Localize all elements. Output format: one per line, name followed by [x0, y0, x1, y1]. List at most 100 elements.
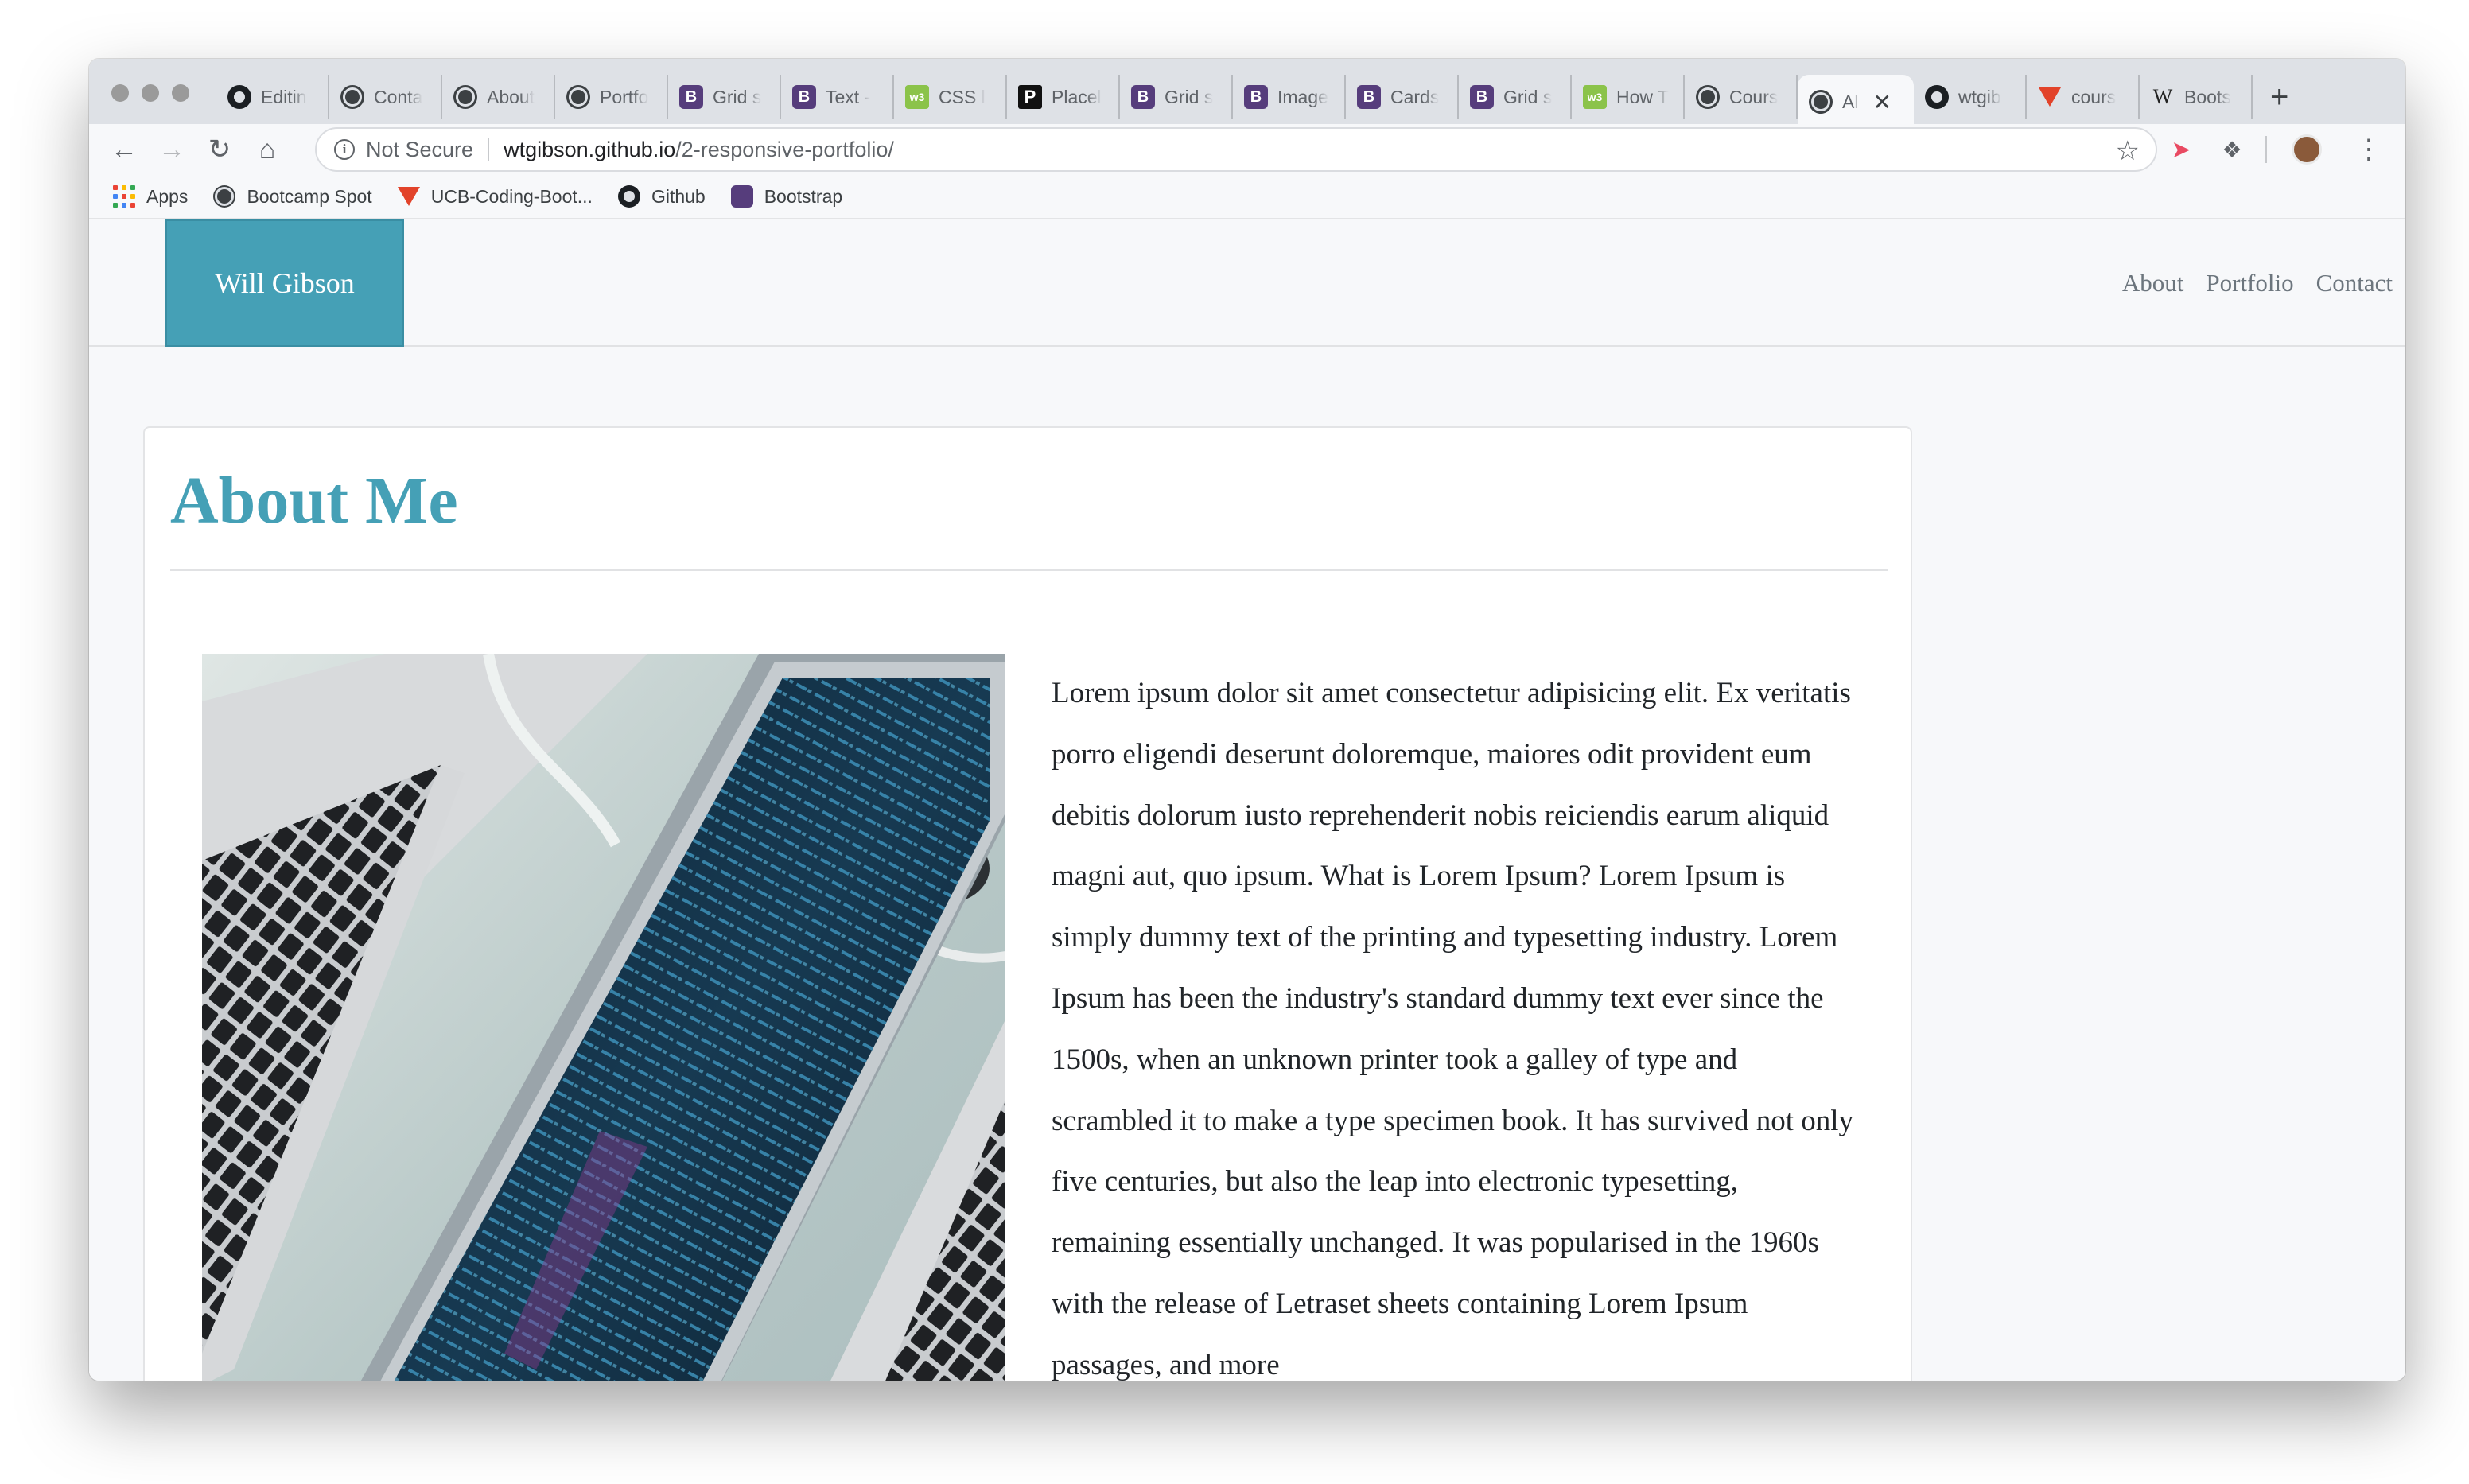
browser-tab[interactable]: B Grid s [1120, 75, 1233, 119]
minimize-window-button[interactable] [142, 84, 159, 102]
gitlab-icon [398, 185, 420, 208]
site-nav-links: About Portfolio Contact [2122, 219, 2393, 347]
browser-tab[interactable]: Portfo [555, 75, 668, 119]
github-icon [617, 185, 640, 208]
bookmark-label: Apps [146, 185, 189, 207]
nav-link-about[interactable]: About [2122, 269, 2184, 297]
bootstrap-icon [730, 185, 753, 208]
browser-tab[interactable]: Conta [329, 75, 442, 119]
bookmark-item[interactable]: Apps [113, 185, 188, 208]
bootstrap-icon: B [1131, 85, 1155, 109]
tab-label: Portfo [600, 86, 649, 107]
tab-label: wtgib [1958, 86, 2001, 107]
url-path: /2-responsive-portfolio/ [675, 137, 894, 161]
bootstrap-icon: B [1244, 85, 1268, 109]
zoom-window-button[interactable] [172, 84, 189, 102]
close-tab-icon[interactable]: ✕ [1872, 89, 1891, 115]
tab-label: Grid s [713, 86, 762, 107]
tab-label: About [487, 86, 535, 107]
about-card: About Me Lorem ipsum dolor sit amet cons… [143, 426, 1912, 1381]
dropbox-extension-icon[interactable]: ❖ [2208, 124, 2256, 175]
browser-window: Editin Conta About Portfo B Grid s B Text - w3 CS… [89, 59, 2405, 1381]
tab-label: Conta [374, 86, 423, 107]
browser-tab[interactable]: B Image [1233, 75, 1346, 119]
browser-tab[interactable]: cours [2027, 75, 2140, 119]
tab-label: Cards [1390, 86, 1440, 107]
bookmark-item[interactable]: Bootcamp Spot [213, 185, 372, 208]
forward-arrow-icon[interactable]: → [148, 126, 196, 173]
tab-label: Text - [826, 86, 871, 107]
bookmark-item[interactable]: Bootstrap [730, 185, 843, 208]
home-icon[interactable]: ⌂ [243, 126, 291, 173]
browser-tab[interactable]: B Text - [781, 75, 894, 119]
browser-tab[interactable]: w3 How T [1572, 75, 1685, 119]
browser-tab[interactable]: wtgib [1914, 75, 2027, 119]
w3schools-icon: w3 [1583, 85, 1607, 109]
browser-tab[interactable]: Cours [1685, 75, 1798, 119]
bookmark-item[interactable]: Github [617, 185, 706, 208]
bookmark-star-icon[interactable]: ☆ [2116, 135, 2140, 167]
laptop-photo [202, 654, 1005, 1381]
bootstrap-icon: B [792, 85, 816, 109]
back-arrow-icon[interactable]: ← [100, 126, 148, 173]
toolbar-divider [2265, 136, 2267, 163]
browser-tab[interactable]: About [442, 75, 555, 119]
tab-strip: Editin Conta About Portfo B Grid s B Text - w3 CS… [89, 59, 2405, 129]
bootstrap-icon: B [679, 85, 703, 109]
browser-tab[interactable]: Editin [216, 75, 329, 119]
info-icon[interactable]: i [334, 139, 355, 160]
new-tab-button[interactable]: + [2270, 81, 2288, 113]
globe-icon [1696, 85, 1720, 109]
tab-label: CSS l [939, 86, 986, 107]
url-host: wtgibson.github.io [504, 137, 676, 161]
bio-paragraph: Lorem ipsum dolor sit amet consectetur a… [1052, 677, 1854, 1381]
globe-icon [213, 185, 236, 208]
github-icon [1925, 85, 1949, 109]
tab-active[interactable]: Al ✕ [1798, 75, 1914, 129]
address-bar[interactable]: i Not Secure wtgibson.github.io/2-respon… [315, 127, 2157, 172]
section-title: About Me [170, 464, 458, 538]
security-status[interactable]: Not Secure [366, 138, 473, 162]
placeholder-icon: P [1018, 85, 1042, 109]
close-window-button[interactable] [111, 84, 129, 102]
nav-link-portfolio[interactable]: Portfolio [2206, 269, 2293, 297]
bookmark-label: Bootcamp Spot [247, 185, 372, 207]
browser-tab[interactable]: B Cards [1346, 75, 1459, 119]
tab-label: Image [1277, 86, 1328, 107]
bookmark-label: Github [651, 185, 706, 207]
tab-label: Grid s [1165, 86, 1214, 107]
w3schools-icon: w3 [905, 85, 929, 109]
globe-icon [566, 85, 590, 109]
nav-link-contact[interactable]: Contact [2316, 269, 2393, 297]
browser-tab[interactable]: w3 CSS l [894, 75, 1007, 119]
browser-menu-icon[interactable]: ⋮ [2345, 124, 2393, 175]
tab-label: Cours [1729, 86, 1779, 107]
tab-label: Placel [1052, 86, 1102, 107]
tab-label: Grid s [1503, 86, 1553, 107]
browser-tab[interactable]: B Grid s [668, 75, 781, 119]
bookmark-label: UCB-Coding-Boot... [430, 185, 593, 207]
tab-label: How T [1616, 86, 1670, 107]
apps-grid-icon [113, 185, 135, 208]
web-page: Will Gibson About Portfolio Contact Abou… [89, 219, 2405, 1381]
address-divider [488, 138, 490, 161]
github-icon [227, 85, 251, 109]
cast-extension-icon[interactable]: ➤ [2157, 124, 2205, 175]
browser-tab[interactable]: B Grid s [1459, 75, 1572, 119]
bookmark-item[interactable]: UCB-Coding-Boot... [398, 185, 593, 208]
wikipedia-icon: W [2152, 85, 2173, 108]
tab-label: Al [1842, 91, 1859, 112]
brand-logo[interactable]: Will Gibson [165, 219, 404, 347]
bootstrap-icon: B [1357, 85, 1381, 109]
reload-icon[interactable]: ↻ [196, 126, 243, 173]
bookmark-label: Bootstrap [764, 185, 843, 207]
profile-avatar[interactable] [2283, 124, 2331, 175]
globe-icon [340, 85, 364, 109]
site-navbar: Will Gibson About Portfolio Contact [89, 219, 2405, 347]
window-controls [111, 84, 189, 102]
browser-tab[interactable]: W Boots [2140, 75, 2253, 119]
tab-list: Editin Conta About Portfo B Grid s B Text - w3 CS… [216, 70, 2405, 129]
globe-icon [1809, 90, 1833, 114]
browser-tab[interactable]: P Placel [1007, 75, 1120, 119]
globe-icon [453, 85, 477, 109]
